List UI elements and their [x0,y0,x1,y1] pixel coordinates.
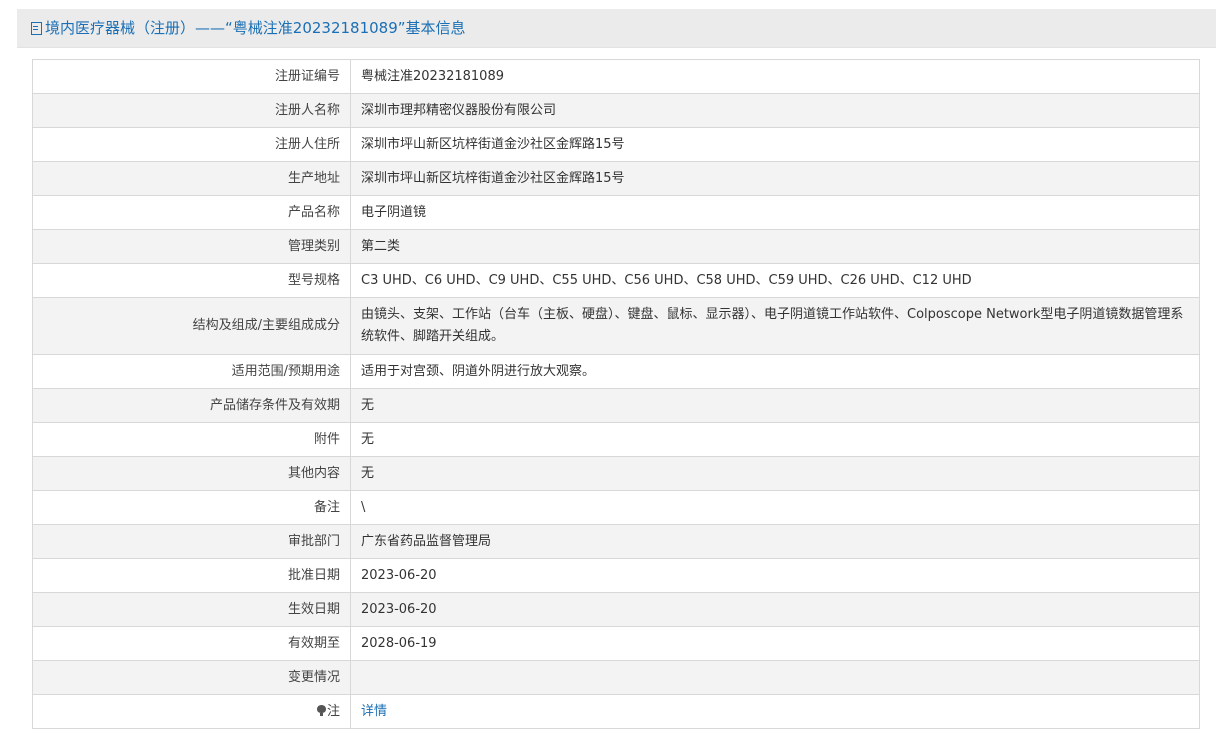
row-value: C3 UHD、C6 UHD、C9 UHD、C55 UHD、C56 UHD、C58… [350,263,1200,298]
row-label: 注册人住所 [32,127,351,162]
row-label: 产品储存条件及有效期 [32,388,351,423]
table-row: 生产地址 深圳市坪山新区坑梓街道金沙社区金辉路15号 [32,161,1200,196]
table-row: 附件无 [32,422,1200,457]
row-label: 适用范围/预期用途 [32,354,351,389]
row-value: 深圳市坪山新区坑梓街道金沙社区金辉路15号 [350,161,1200,196]
row-label: 变更情况 [32,660,351,695]
row-value: 由镜头、支架、工作站（台车（主板、硬盘）、键盘、鼠标、显示器）、电子阴道镜工作站… [350,297,1200,355]
table-row: 生效日期 2023-06-20 [32,592,1200,627]
row-value: 2023-06-20 [350,592,1200,627]
row-label: 其他内容 [32,456,351,491]
panel-body: 注册证编号 粤械注准20232181089 注册人名称 深圳市理邦精密仪器股份有限公… [17,48,1216,729]
row-value: 广东省药品监督管理局 [350,524,1200,559]
table-row: 备注 \ [32,490,1200,525]
table-row: 批准日期 2023-06-20 [32,558,1200,593]
table-row: 产品名称 电子阴道镜 [32,195,1200,230]
note-label-text: 注 [326,703,340,719]
row-label: 审批部门 [32,524,351,559]
row-label: 批准日期 [32,558,351,593]
note-value: 详情 [350,694,1200,729]
row-value: 深圳市理邦精密仪器股份有限公司 [350,93,1200,128]
panel-title: 境内医疗器械（注册）——“粤械注准20232181089”基本信息 [31,19,466,37]
row-value: 粤械注准20232181089 [350,59,1200,94]
table-row: 型号规格 C3 UHD、C6 UHD、C9 UHD、C55 UHD、C56 UHD… [32,263,1200,298]
row-label: 备注 [32,490,351,525]
panel-title-text: 境内医疗器械（注册）——“粤械注准20232181089”基本信息 [45,19,466,37]
row-label: 注册证编号 [32,59,351,94]
table-row: 注册证编号 粤械注准20232181089 [32,59,1200,94]
panel-header: 境内医疗器械（注册）——“粤械注准20232181089”基本信息 [17,9,1216,48]
table-row: 管理类别 第二类 [32,229,1200,264]
row-value: 2023-06-20 [350,558,1200,593]
table-row: 变更情况 [32,660,1200,695]
note-label: 注 [32,694,351,729]
row-label: 管理类别 [32,229,351,264]
row-label: 生效日期 [32,592,351,627]
row-value: 适用于对宫颈、阴道外阴进行放大观察。 [350,354,1200,389]
row-label: 生产地址 [32,161,351,196]
row-value: \ [350,490,1200,525]
table-row: 产品储存条件及有效期无 [32,388,1200,423]
table-row: 注册人名称 深圳市理邦精密仪器股份有限公司 [32,93,1200,128]
table-row-note: 注 详情 [32,694,1200,729]
row-label: 附件 [32,422,351,457]
table-row: 注册人住所 深圳市坪山新区坑梓街道金沙社区金辉路15号 [32,127,1200,162]
document-icon [31,22,42,35]
row-value [350,660,1200,695]
row-label: 型号规格 [32,263,351,298]
table-row: 适用范围/预期用途 适用于对宫颈、阴道外阴进行放大观察。 [32,354,1200,389]
row-value: 无 [350,388,1200,423]
row-value: 深圳市坪山新区坑梓街道金沙社区金辉路15号 [350,127,1200,162]
info-panel: 境内医疗器械（注册）——“粤械注准20232181089”基本信息 注册证编号粤… [17,9,1216,729]
row-label: 产品名称 [32,195,351,230]
table-row: 审批部门 广东省药品监督管理局 [32,524,1200,559]
table-row: 结构及组成/主要组成成分 由镜头、支架、工作站（台车（主板、硬盘）、键盘、鼠标、显… [32,297,1200,355]
row-value: 无 [350,422,1200,457]
row-label: 结构及组成/主要组成成分 [32,297,351,355]
lightbulb-icon [316,704,326,716]
table-row: 其他内容无 [32,456,1200,491]
table-row: 有效期至 2028-06-19 [32,626,1200,661]
row-value: 无 [350,456,1200,491]
row-label: 有效期至 [32,626,351,661]
info-table: 注册证编号 粤械注准20232181089 注册人名称 深圳市理邦精密仪器股份有限公… [32,59,1200,729]
row-value: 电子阴道镜 [350,195,1200,230]
row-label: 注册人名称 [32,93,351,128]
detail-link[interactable]: 详情 [361,704,387,719]
row-value: 第二类 [350,229,1200,264]
row-value: 2028-06-19 [350,626,1200,661]
